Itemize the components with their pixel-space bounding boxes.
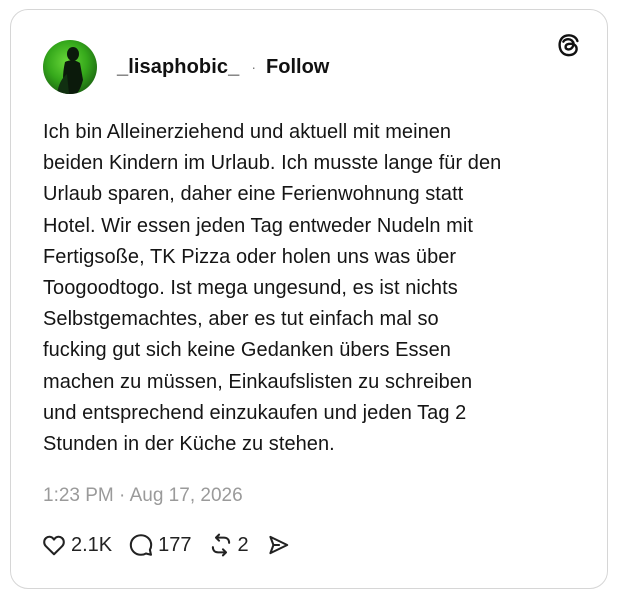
follow-button[interactable]: Follow <box>266 56 329 79</box>
reply-button[interactable]: 177 <box>128 532 192 558</box>
separator-dot: · <box>251 58 257 75</box>
post-line: Stunden in der Küche zu stehen. <box>43 433 335 456</box>
like-button[interactable]: 2.1K <box>41 532 112 558</box>
threads-logo-icon[interactable] <box>555 32 581 58</box>
repost-arrows-icon <box>211 533 230 557</box>
post-header: _lisaphobic_ · Follow <box>117 56 329 79</box>
post-line: machen zu müssen, Einkaufslisten zu schr… <box>43 370 473 393</box>
heart-icon <box>43 535 65 556</box>
post-line: Selbstgemachtes, aber es tut einfach mal… <box>43 308 439 331</box>
post-line: fucking gut sich keine Gedanken übers Es… <box>43 339 451 362</box>
post-timestamp[interactable]: 1:23 PM · Aug 17, 2026 <box>43 485 243 507</box>
post-line: Urlaub sparen, daher eine Ferienwohnung … <box>43 183 464 206</box>
post-line: Toogoodtogo. Ist mega ungesund, es ist n… <box>43 277 458 300</box>
avatar[interactable] <box>43 40 97 94</box>
post-line: beiden Kindern im Urlaub. Ich musste lan… <box>43 152 502 175</box>
username-link[interactable]: _lisaphobic_ <box>117 56 239 79</box>
comment-bubble-icon <box>129 534 153 556</box>
post-line: und entsprechend einzukaufen und jeden T… <box>43 401 467 424</box>
post-body: Ich bin Alleinerziehend und aktuell mit … <box>43 117 583 460</box>
post-line: Fertigsoße, TK Pizza oder holen uns was … <box>43 245 457 268</box>
post-card: _lisaphobic_ · Follow Ich bin Alleinerzi… <box>10 9 608 589</box>
send-icon <box>269 535 288 555</box>
share-button[interactable] <box>265 532 291 558</box>
repost-count: 2 <box>237 533 249 556</box>
repost-button[interactable]: 2 <box>208 532 249 558</box>
avatar-silhouette-icon <box>57 47 83 94</box>
like-count: 2.1K <box>71 533 113 556</box>
post-line: Hotel. Wir essen jeden Tag entweder Nude… <box>43 214 473 237</box>
reply-count: 177 <box>158 533 192 556</box>
action-bar: 2.1K 177 2 <box>41 532 307 558</box>
post-line: Ich bin Alleinerziehend und aktuell mit … <box>43 121 452 143</box>
